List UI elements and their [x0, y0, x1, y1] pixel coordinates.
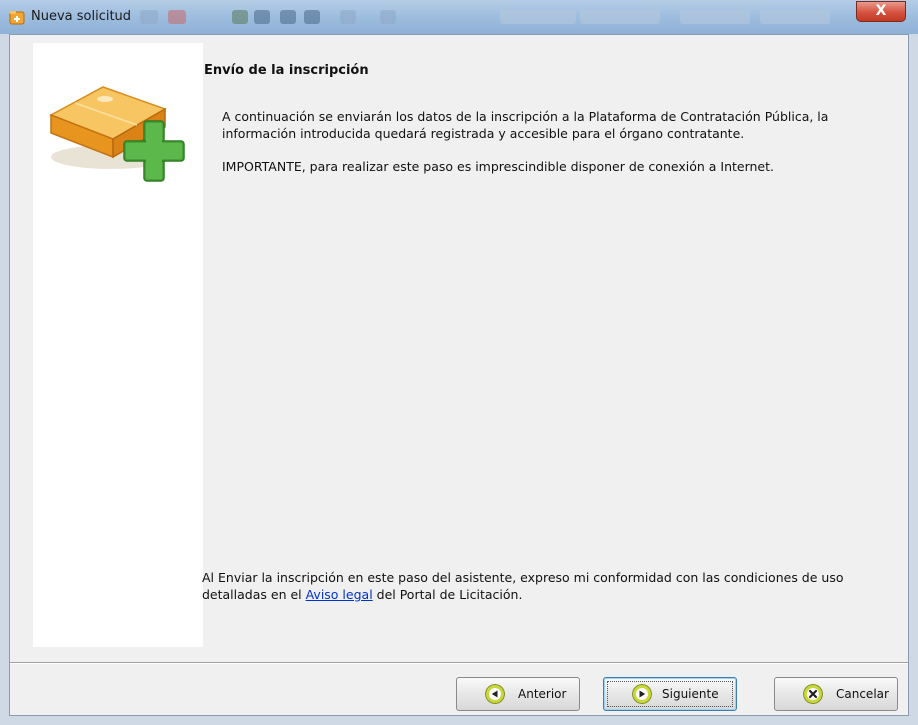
- legal-notice-link[interactable]: Aviso legal: [306, 587, 373, 602]
- previous-label: Anterior: [518, 687, 567, 701]
- previous-button[interactable]: Anterior: [456, 677, 580, 711]
- box-add-icon: [49, 86, 185, 182]
- arrow-left-icon: [485, 684, 505, 704]
- wizard-body: Envío de la inscripción A continuación s…: [9, 34, 909, 716]
- footer-separator: [10, 662, 908, 664]
- wizard-side-panel: [33, 43, 203, 647]
- wizard-window: Nueva solicitud X Envío de la inscripció…: [0, 0, 918, 725]
- page-title: Envío de la inscripción: [204, 63, 369, 78]
- legal-text-before: Al Enviar la inscripción en este paso de…: [202, 570, 844, 602]
- important-notice: IMPORTANTE, para realizar este paso es i…: [222, 159, 774, 174]
- legal-conformity-text: Al Enviar la inscripción en este paso de…: [202, 569, 862, 603]
- background-toolbar-blur: [140, 8, 840, 28]
- cancel-button[interactable]: Cancelar: [774, 677, 898, 711]
- title-bar[interactable]: Nueva solicitud X: [0, 0, 918, 34]
- cancel-x-icon: [803, 684, 823, 704]
- description-text: A continuación se enviarán los datos de …: [222, 109, 829, 141]
- next-label: Siguiente: [662, 687, 719, 701]
- folder-add-icon: [9, 11, 25, 25]
- window-title: Nueva solicitud: [31, 9, 132, 24]
- close-icon: X: [875, 3, 887, 19]
- cancel-label: Cancelar: [836, 687, 889, 701]
- legal-text-after: del Portal de Licitación.: [372, 587, 523, 602]
- close-button[interactable]: X: [856, 1, 906, 22]
- arrow-right-icon: [632, 684, 652, 704]
- next-button[interactable]: Siguiente: [603, 677, 737, 711]
